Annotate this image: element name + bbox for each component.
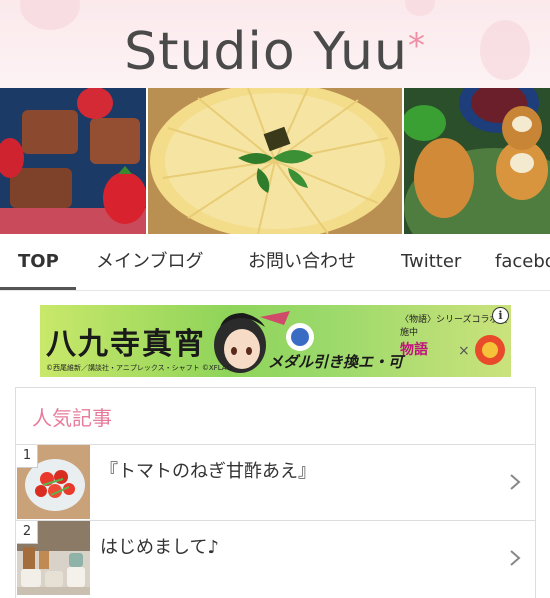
rank-badge: 2: [17, 521, 38, 544]
header-decoration: [405, 0, 435, 16]
tab-top[interactable]: TOP: [18, 234, 59, 290]
ad-collab-text: 物語: [400, 342, 428, 358]
rank-badge: 1: [17, 445, 38, 468]
site-header: Studio Yuu*: [0, 0, 550, 88]
tab-main-blog[interactable]: メインブログ: [96, 234, 203, 290]
logo-text: Studio Yuu: [124, 22, 408, 82]
apple-tart-photo: [148, 88, 402, 234]
nav-tabs: TOP メインブログ お問い合わせ Twitter facebo: [0, 234, 550, 291]
hero-banner[interactable]: [0, 88, 550, 234]
ad-game-logo: [475, 335, 505, 365]
tab-twitter[interactable]: Twitter: [401, 234, 461, 290]
chevron-right-icon: [510, 550, 521, 566]
active-tab-indicator: [0, 287, 76, 290]
ad-sub-text: メダル引き換エ・可: [268, 353, 404, 371]
site-logo[interactable]: Studio Yuu*: [0, 22, 550, 82]
list-item[interactable]: 1 『トマトのねぎ甘酢あえ』: [16, 445, 535, 519]
croquette-photo: [404, 88, 550, 234]
info-icon[interactable]: i: [492, 307, 509, 324]
chocolate-strawberry-photo: [0, 88, 146, 234]
ad-banner[interactable]: 八九寺真宵 メダル引き換エ・可 〈物語〉シリーズコラボ実施中 物語 × ©西尾維…: [40, 305, 511, 377]
popular-title: 人気記事: [32, 406, 112, 430]
ad-collab-x: ×: [458, 343, 470, 359]
article-title[interactable]: はじめまして♪: [100, 533, 219, 559]
ad-main-text: 八九寺真宵: [46, 327, 206, 362]
tab-facebook[interactable]: facebo: [495, 234, 550, 290]
popular-articles-box: 人気記事 1 『トマトのねぎ甘酢あえ』 2 はじめまして♪: [15, 387, 536, 598]
article-title[interactable]: 『トマトのねぎ甘酢あえ』: [100, 457, 316, 483]
logo-mark: *: [407, 26, 426, 66]
chevron-right-icon: [510, 474, 521, 490]
ad-copyright: ©西尾維新／講談社・アニプレックス・シャフト ©XFLAG: [46, 364, 232, 372]
tab-contact[interactable]: お問い合わせ: [248, 234, 356, 290]
list-item[interactable]: 2 はじめまして♪: [16, 520, 535, 595]
